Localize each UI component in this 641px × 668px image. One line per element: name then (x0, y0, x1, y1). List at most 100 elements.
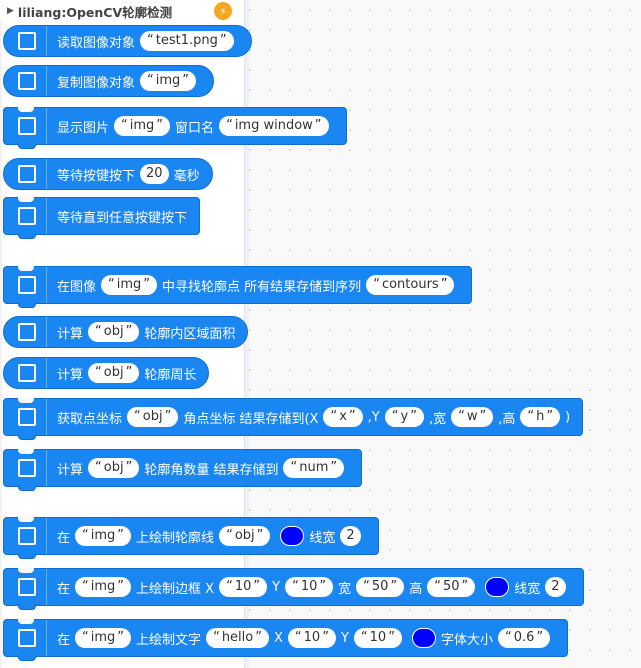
object-input[interactable]: obj (88, 363, 140, 383)
wait-key-block[interactable]: 等待按键按下 20 毫秒 (3, 158, 213, 190)
wait-any-key-block[interactable]: 等待直到任意按键按下 (3, 197, 201, 239)
block-divider (46, 317, 47, 347)
block-label: 字体大小 (440, 632, 493, 648)
y-input[interactable]: 10 (285, 577, 334, 597)
block-divider (46, 569, 47, 605)
block-divider (46, 26, 47, 56)
block-checkbox[interactable] (18, 629, 36, 647)
y-input[interactable]: 10 (353, 628, 402, 648)
block-label: 计算 (57, 326, 84, 342)
block-label: 轮廓内区域面积 (144, 326, 236, 342)
color-swatch[interactable] (280, 526, 305, 546)
bounding-rect-block[interactable]: 获取点坐标 obj 角点坐标 结果存储到(X x ,Y y ,宽 w ,高 h … (3, 398, 584, 440)
block-label: 宽 (338, 581, 352, 597)
height-input[interactable]: 50 (427, 577, 476, 597)
color-swatch[interactable] (411, 628, 436, 648)
block-divider (46, 518, 47, 554)
block-divider (46, 620, 47, 656)
block-label: 读取图像对象 (57, 35, 136, 51)
image-input[interactable]: img (140, 71, 197, 91)
block-label: Y (272, 579, 281, 595)
block-label: ,宽 (428, 411, 447, 427)
block-checkbox[interactable] (18, 364, 36, 382)
palette-left-rule (0, 0, 2, 668)
block-checkbox[interactable] (18, 117, 36, 135)
milliseconds-input[interactable]: 20 (140, 164, 169, 184)
image-input[interactable]: img (101, 275, 158, 295)
window-name-input[interactable]: img window (219, 116, 329, 136)
category-title: liliang:OpenCV轮廓检测 (17, 4, 173, 20)
contour-area-block[interactable]: 计算 obj 轮廓内区域面积 (3, 316, 249, 348)
block-label: ,高 (498, 411, 516, 427)
result-input[interactable]: contours (366, 275, 455, 295)
block-divider (46, 108, 47, 144)
show-image-block[interactable]: 显示图片 img 窗口名 img window (3, 107, 347, 149)
block-label: X (273, 630, 283, 646)
block-checkbox[interactable] (18, 578, 36, 596)
block-checkbox[interactable] (18, 276, 36, 294)
x-input[interactable]: 10 (287, 628, 336, 648)
line-width-input[interactable]: 2 (340, 526, 361, 546)
block-label: 线宽 (309, 530, 336, 546)
block-checkbox[interactable] (18, 165, 36, 183)
block-label: 上绘制文字 (136, 632, 202, 648)
block-checkbox[interactable] (18, 408, 36, 426)
image-input[interactable]: img (114, 116, 171, 136)
block-label: 轮廓角数量 结果存储到 (144, 462, 279, 478)
x-input[interactable]: x (323, 407, 363, 427)
y-input[interactable]: y (384, 407, 424, 427)
object-input[interactable]: obj (219, 526, 271, 546)
block-checkbox[interactable] (18, 323, 36, 341)
block-label: 在 (57, 530, 71, 546)
block-checkbox[interactable] (18, 459, 36, 477)
block-divider (46, 267, 47, 303)
block-divider (46, 450, 47, 486)
category-header[interactable]: ▶ liliang:OpenCV轮廓检测 ⚡ (0, 0, 244, 22)
draw-contours-block[interactable]: 在 img 上绘制轮廓线 obj 线宽 2 (3, 517, 379, 559)
block-label: 中寻找轮廓点 所有结果存储到序列 (162, 279, 362, 295)
height-input[interactable]: h (520, 407, 561, 427)
find-contours-block[interactable]: 在图像 img 中寻找轮廓点 所有结果存储到序列 contours (3, 266, 473, 308)
copy-image-block[interactable]: 复制图像对象 img (3, 65, 215, 97)
block-checkbox[interactable] (18, 32, 36, 50)
block-label: 计算 (57, 462, 84, 478)
read-image-block[interactable]: 读取图像对象 test1.png (3, 25, 252, 57)
block-divider (46, 159, 47, 189)
block-divider (46, 198, 47, 234)
block-label: 复制图像对象 (57, 75, 136, 91)
draw-rect-block[interactable]: 在 img 上绘制边框 X 10 Y 10 宽 50 高 50 线宽 2 (3, 568, 584, 610)
block-checkbox[interactable] (18, 207, 36, 225)
block-label: 等待直到任意按键按下 (57, 210, 188, 226)
width-input[interactable]: 50 (356, 577, 405, 597)
draw-text-block[interactable]: 在 img 上绘制文字 hello X 10 Y 10 字体大小 0.6 (3, 619, 569, 661)
width-input[interactable]: w (451, 407, 494, 427)
x-input[interactable]: 10 (219, 577, 268, 597)
block-label: 角点坐标 结果存储到(X (183, 411, 319, 427)
result-input[interactable]: num (283, 458, 345, 478)
block-label: 显示图片 (57, 120, 110, 136)
object-input[interactable]: obj (88, 322, 140, 342)
image-input[interactable]: img (75, 577, 132, 597)
image-input[interactable]: img (75, 628, 132, 648)
color-swatch[interactable] (485, 577, 510, 597)
block-label: 在 (57, 632, 71, 648)
block-label: 上绘制轮廓线 (136, 530, 215, 546)
image-input[interactable]: img (75, 526, 132, 546)
contour-perimeter-block[interactable]: 计算 obj 轮廓周长 (3, 357, 210, 389)
block-checkbox[interactable] (18, 527, 36, 545)
block-checkbox[interactable] (18, 72, 36, 90)
font-size-input[interactable]: 0.6 (497, 628, 551, 648)
line-width-input[interactable]: 2 (545, 577, 566, 597)
block-label: 计算 (57, 367, 84, 383)
block-label: 上绘制边框 X (136, 581, 215, 597)
block-label: 获取点坐标 (57, 411, 123, 427)
object-input[interactable]: obj (127, 407, 179, 427)
object-input[interactable]: obj (88, 458, 140, 478)
collapse-triangle-icon[interactable]: ▶ (7, 6, 14, 16)
block-label: 轮廓周长 (144, 367, 197, 383)
block-divider (46, 399, 47, 435)
file-input[interactable]: test1.png (140, 31, 234, 51)
corner-count-block[interactable]: 计算 obj 轮廓角数量 结果存储到 num (3, 449, 363, 491)
text-input[interactable]: hello (206, 628, 269, 648)
block-label: 窗口名 (175, 120, 215, 136)
